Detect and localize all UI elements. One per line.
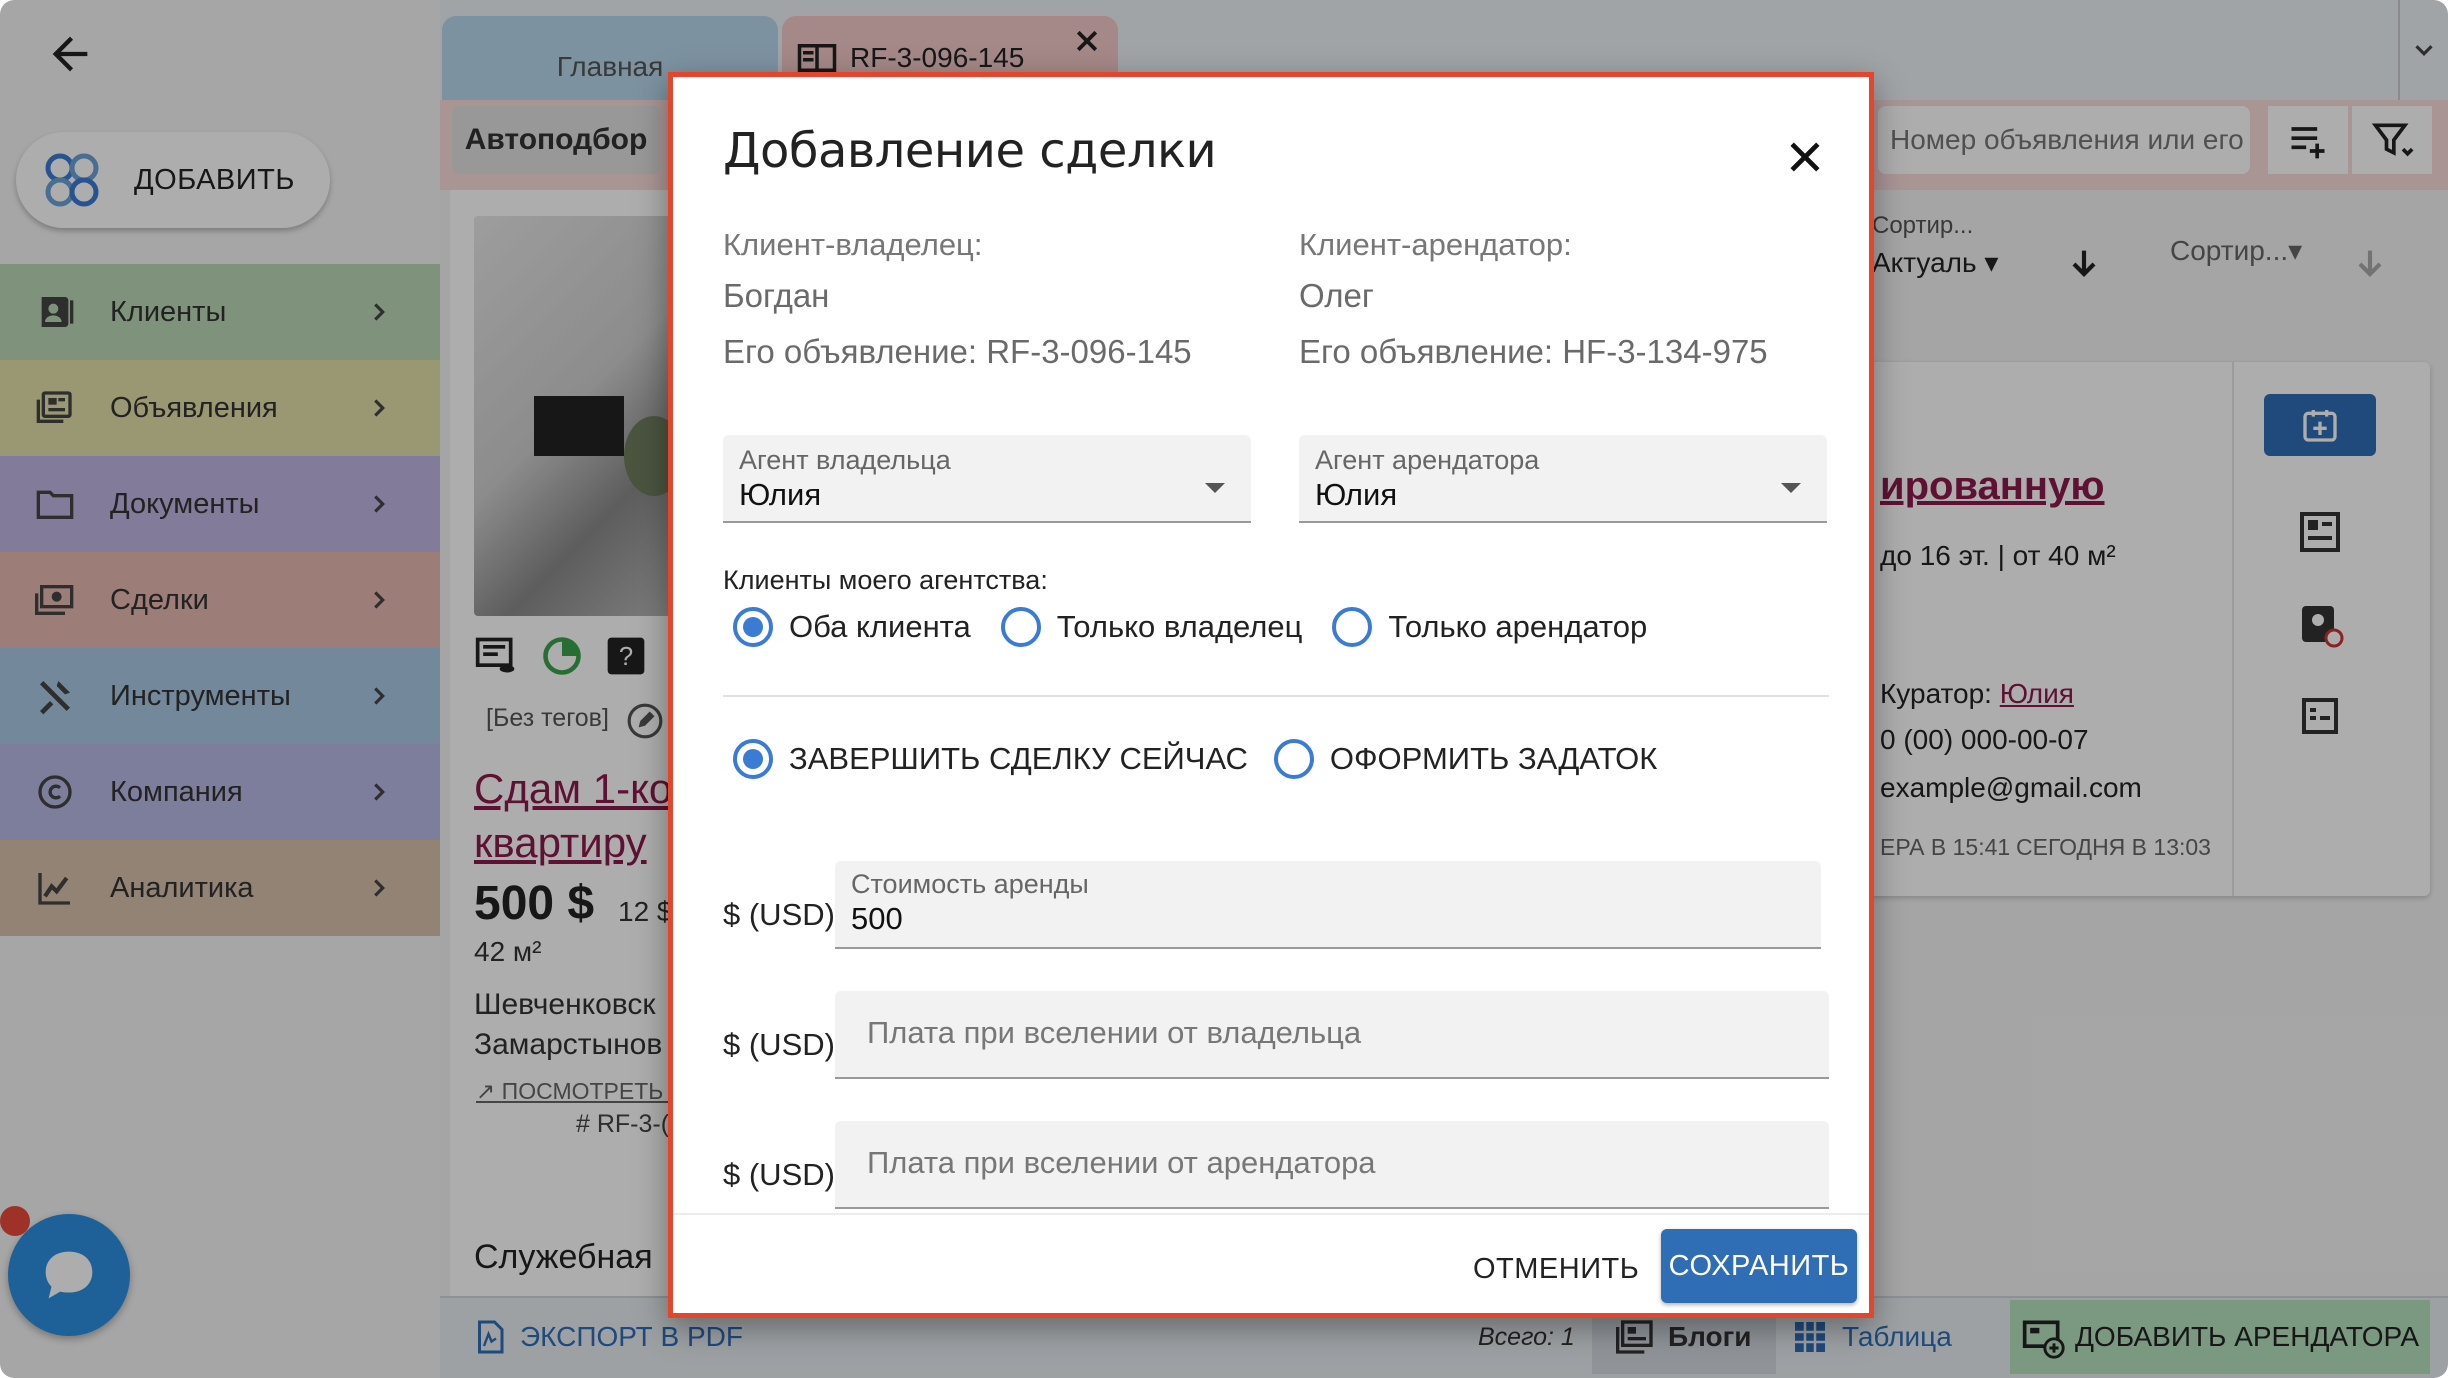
tenant-fee-field[interactable]: Плата при вселении от арендатора (835, 1121, 1829, 1209)
radio-deposit[interactable]: ОФОРМИТЬ ЗАДАТОК (1273, 739, 1658, 779)
radio-label: ЗАВЕРШИТЬ СДЕЛКУ СЕЙЧАС (789, 741, 1248, 776)
radio-button[interactable] (1332, 607, 1373, 647)
tenant-fee-placeholder: Плата при вселении от арендатора (867, 1145, 1376, 1180)
tenant-listing-id: Его объявление: HF-3-134-975 (1299, 333, 1768, 370)
currency-value: $ (USD) (723, 897, 835, 932)
dialog-title: Добавление сделки (723, 123, 1217, 179)
radio-button[interactable] (1000, 607, 1041, 647)
tenant-agent-select[interactable]: Агент арендатора Юлия (1299, 435, 1827, 523)
tenant-client-name: Олег (1299, 277, 1374, 314)
rent-price-field[interactable]: Стоимость аренды 500 (835, 861, 1821, 949)
radio-label: ОФОРМИТЬ ЗАДАТОК (1329, 741, 1658, 776)
dropdown-arrow-icon (1205, 483, 1225, 493)
radio-complete-now[interactable]: ЗАВЕРШИТЬ СДЕЛКУ СЕЙЧАС (733, 739, 1248, 779)
owner-agent-value: Юлия (739, 477, 822, 512)
save-button[interactable]: СОХРАНИТЬ (1661, 1229, 1857, 1303)
radio-label: Оба клиента (789, 609, 971, 644)
currency-value: $ (USD) (723, 1157, 835, 1192)
tenant-agent-label: Агент арендатора (1315, 445, 1540, 475)
tenant-agent-value: Юлия (1315, 477, 1398, 512)
radio-label: Только арендатор (1388, 609, 1648, 644)
owner-client-label: Клиент-владелец: (723, 227, 983, 262)
owner-fee-placeholder: Плата при вселении от владельца (867, 1015, 1362, 1050)
dropdown-arrow-icon (1781, 483, 1801, 493)
radio-both-clients[interactable]: Оба клиента (733, 607, 971, 647)
tenant-client-label: Клиент-арендатор: (1299, 227, 1572, 262)
owner-agent-label: Агент владельца (739, 445, 951, 475)
owner-client-name: Богдан (723, 277, 830, 314)
owner-fee-field[interactable]: Плата при вселении от владельца (835, 991, 1829, 1079)
add-deal-dialog: Добавление сделки Клиент-владелец: Богда… (668, 72, 1874, 1318)
rent-price-label: Стоимость аренды (851, 869, 1089, 899)
clients-group-label: Клиенты моего агентства: (723, 565, 1048, 595)
divider (723, 695, 1829, 697)
radio-label: Только владелец (1056, 609, 1303, 644)
clients-radio-group: Оба клиента Только владелец Только аренд… (733, 607, 1647, 647)
owner-listing-id: Его объявление: RF-3-096-145 (723, 333, 1192, 370)
deal-type-radio-group: ЗАВЕРШИТЬ СДЕЛКУ СЕЙЧАС ОФОРМИТЬ ЗАДАТОК (733, 739, 1657, 779)
app-window: ДОБАВИТЬ Клиенты Объявления Документы Сд… (0, 0, 2448, 1378)
radio-button[interactable] (1273, 739, 1314, 779)
owner-agent-select[interactable]: Агент владельца Юлия (723, 435, 1251, 523)
close-icon[interactable] (1783, 135, 1827, 179)
cancel-button[interactable]: ОТМЕНИТЬ (1473, 1253, 1639, 1286)
currency-value: $ (USD) (723, 1027, 835, 1062)
radio-tenant-only[interactable]: Только арендатор (1332, 607, 1647, 647)
radio-button[interactable] (733, 739, 773, 779)
rent-price-value: 500 (851, 901, 903, 936)
radio-button[interactable] (733, 607, 773, 647)
radio-owner-only[interactable]: Только владелец (1000, 607, 1303, 647)
